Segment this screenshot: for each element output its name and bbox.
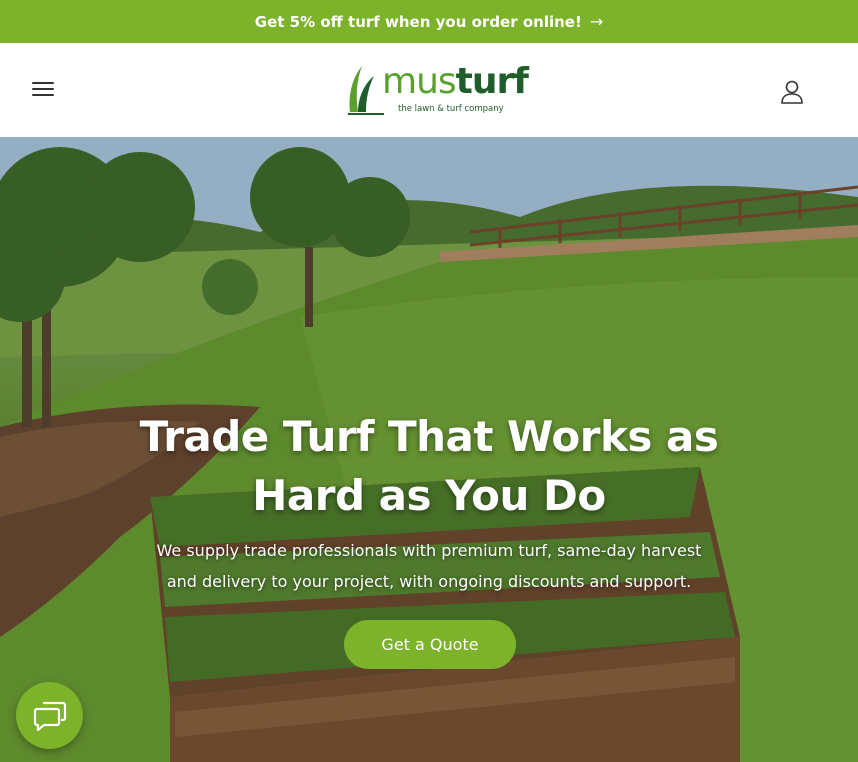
announcement-bar[interactable]: Get 5% off turf when you order online! → <box>0 0 858 43</box>
logo-tagline: the lawn & turf company <box>398 104 504 114</box>
hero-title-line1: Trade Turf That Works as <box>139 412 719 461</box>
hero-subtitle-line1: We supply trade professionals with premi… <box>156 541 702 560</box>
hero-banner: Trade Turf That Works as Hard as You Do … <box>0 137 858 762</box>
announcement-text[interactable]: Get 5% off turf when you order online! <box>255 13 582 31</box>
logo-grass-icon <box>348 66 384 115</box>
user-account-icon[interactable] <box>779 79 805 105</box>
arrow-right-icon: → <box>589 12 604 31</box>
get-a-quote-button[interactable]: Get a Quote <box>344 620 516 669</box>
hero-subtitle: We supply trade professionals with premi… <box>120 535 738 597</box>
hero-subtitle-line2: and delivery to your project, with ongoi… <box>166 572 692 591</box>
hero-title: Trade Turf That Works as Hard as You Do <box>0 407 858 525</box>
site-logo[interactable]: musturf the lawn & turf company <box>346 60 529 118</box>
chat-bubbles-icon[interactable] <box>16 682 83 749</box>
site-header: musturf the lawn & turf company <box>0 43 858 137</box>
logo-word-part2: turf <box>455 61 529 102</box>
logo-wordmark: musturf <box>382 61 529 102</box>
hero-title-line2: Hard as You Do <box>252 471 606 520</box>
logo-word-part1: mus <box>382 61 457 102</box>
hamburger-menu-icon[interactable] <box>32 78 56 100</box>
